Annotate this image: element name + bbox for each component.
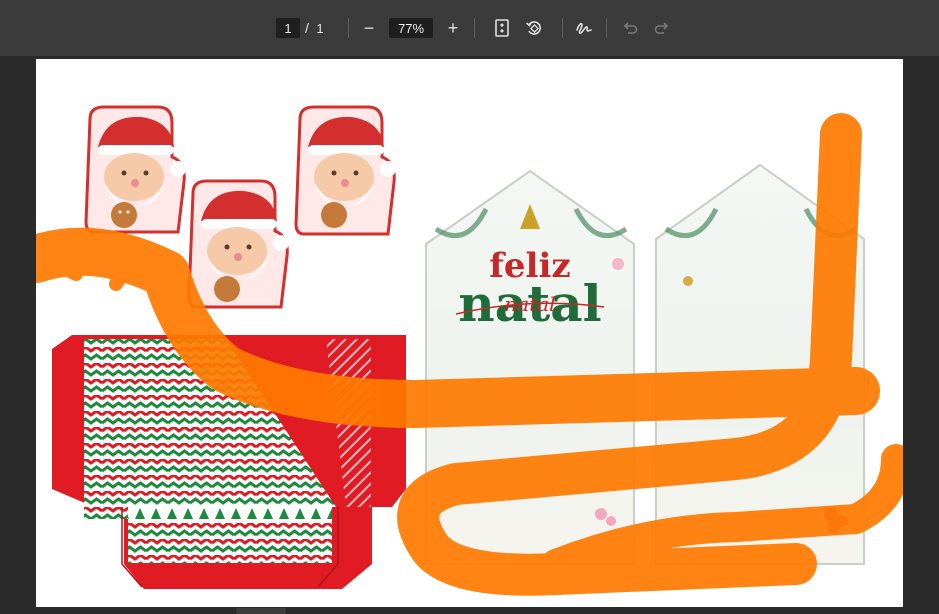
pdf-page: feliz natal natal	[36, 59, 903, 607]
page-number-input[interactable]: 1	[276, 18, 300, 38]
zoom-in-button[interactable]: +	[439, 14, 467, 42]
undo-button[interactable]	[616, 14, 644, 42]
fit-page-button[interactable]	[488, 14, 516, 42]
zoom-out-button[interactable]: −	[355, 14, 383, 42]
pdf-toolbar: 1 / 1 − 77% +	[0, 0, 939, 56]
horizontal-scrollbar[interactable]	[236, 608, 286, 614]
santa-sticker	[294, 105, 396, 236]
toolbar-divider	[474, 18, 475, 38]
draw-icon	[576, 22, 592, 34]
page-artwork: feliz natal natal	[36, 105, 903, 596]
zoom-level-input[interactable]: 77%	[389, 18, 433, 38]
redo-icon	[654, 22, 669, 34]
rotate-icon	[525, 21, 541, 35]
page-separator: /	[305, 20, 309, 36]
rotate-button[interactable]	[520, 14, 548, 42]
redo-button[interactable]	[648, 14, 676, 42]
fit-page-icon	[495, 19, 509, 37]
draw-button[interactable]	[570, 14, 598, 42]
undo-icon	[623, 22, 638, 34]
total-pages: 1	[316, 20, 324, 36]
toolbar-divider	[562, 18, 563, 38]
toolbar-divider	[606, 18, 607, 38]
santa-sticker	[187, 179, 289, 309]
santa-sticker	[84, 105, 186, 234]
toolbar-divider	[348, 18, 349, 38]
